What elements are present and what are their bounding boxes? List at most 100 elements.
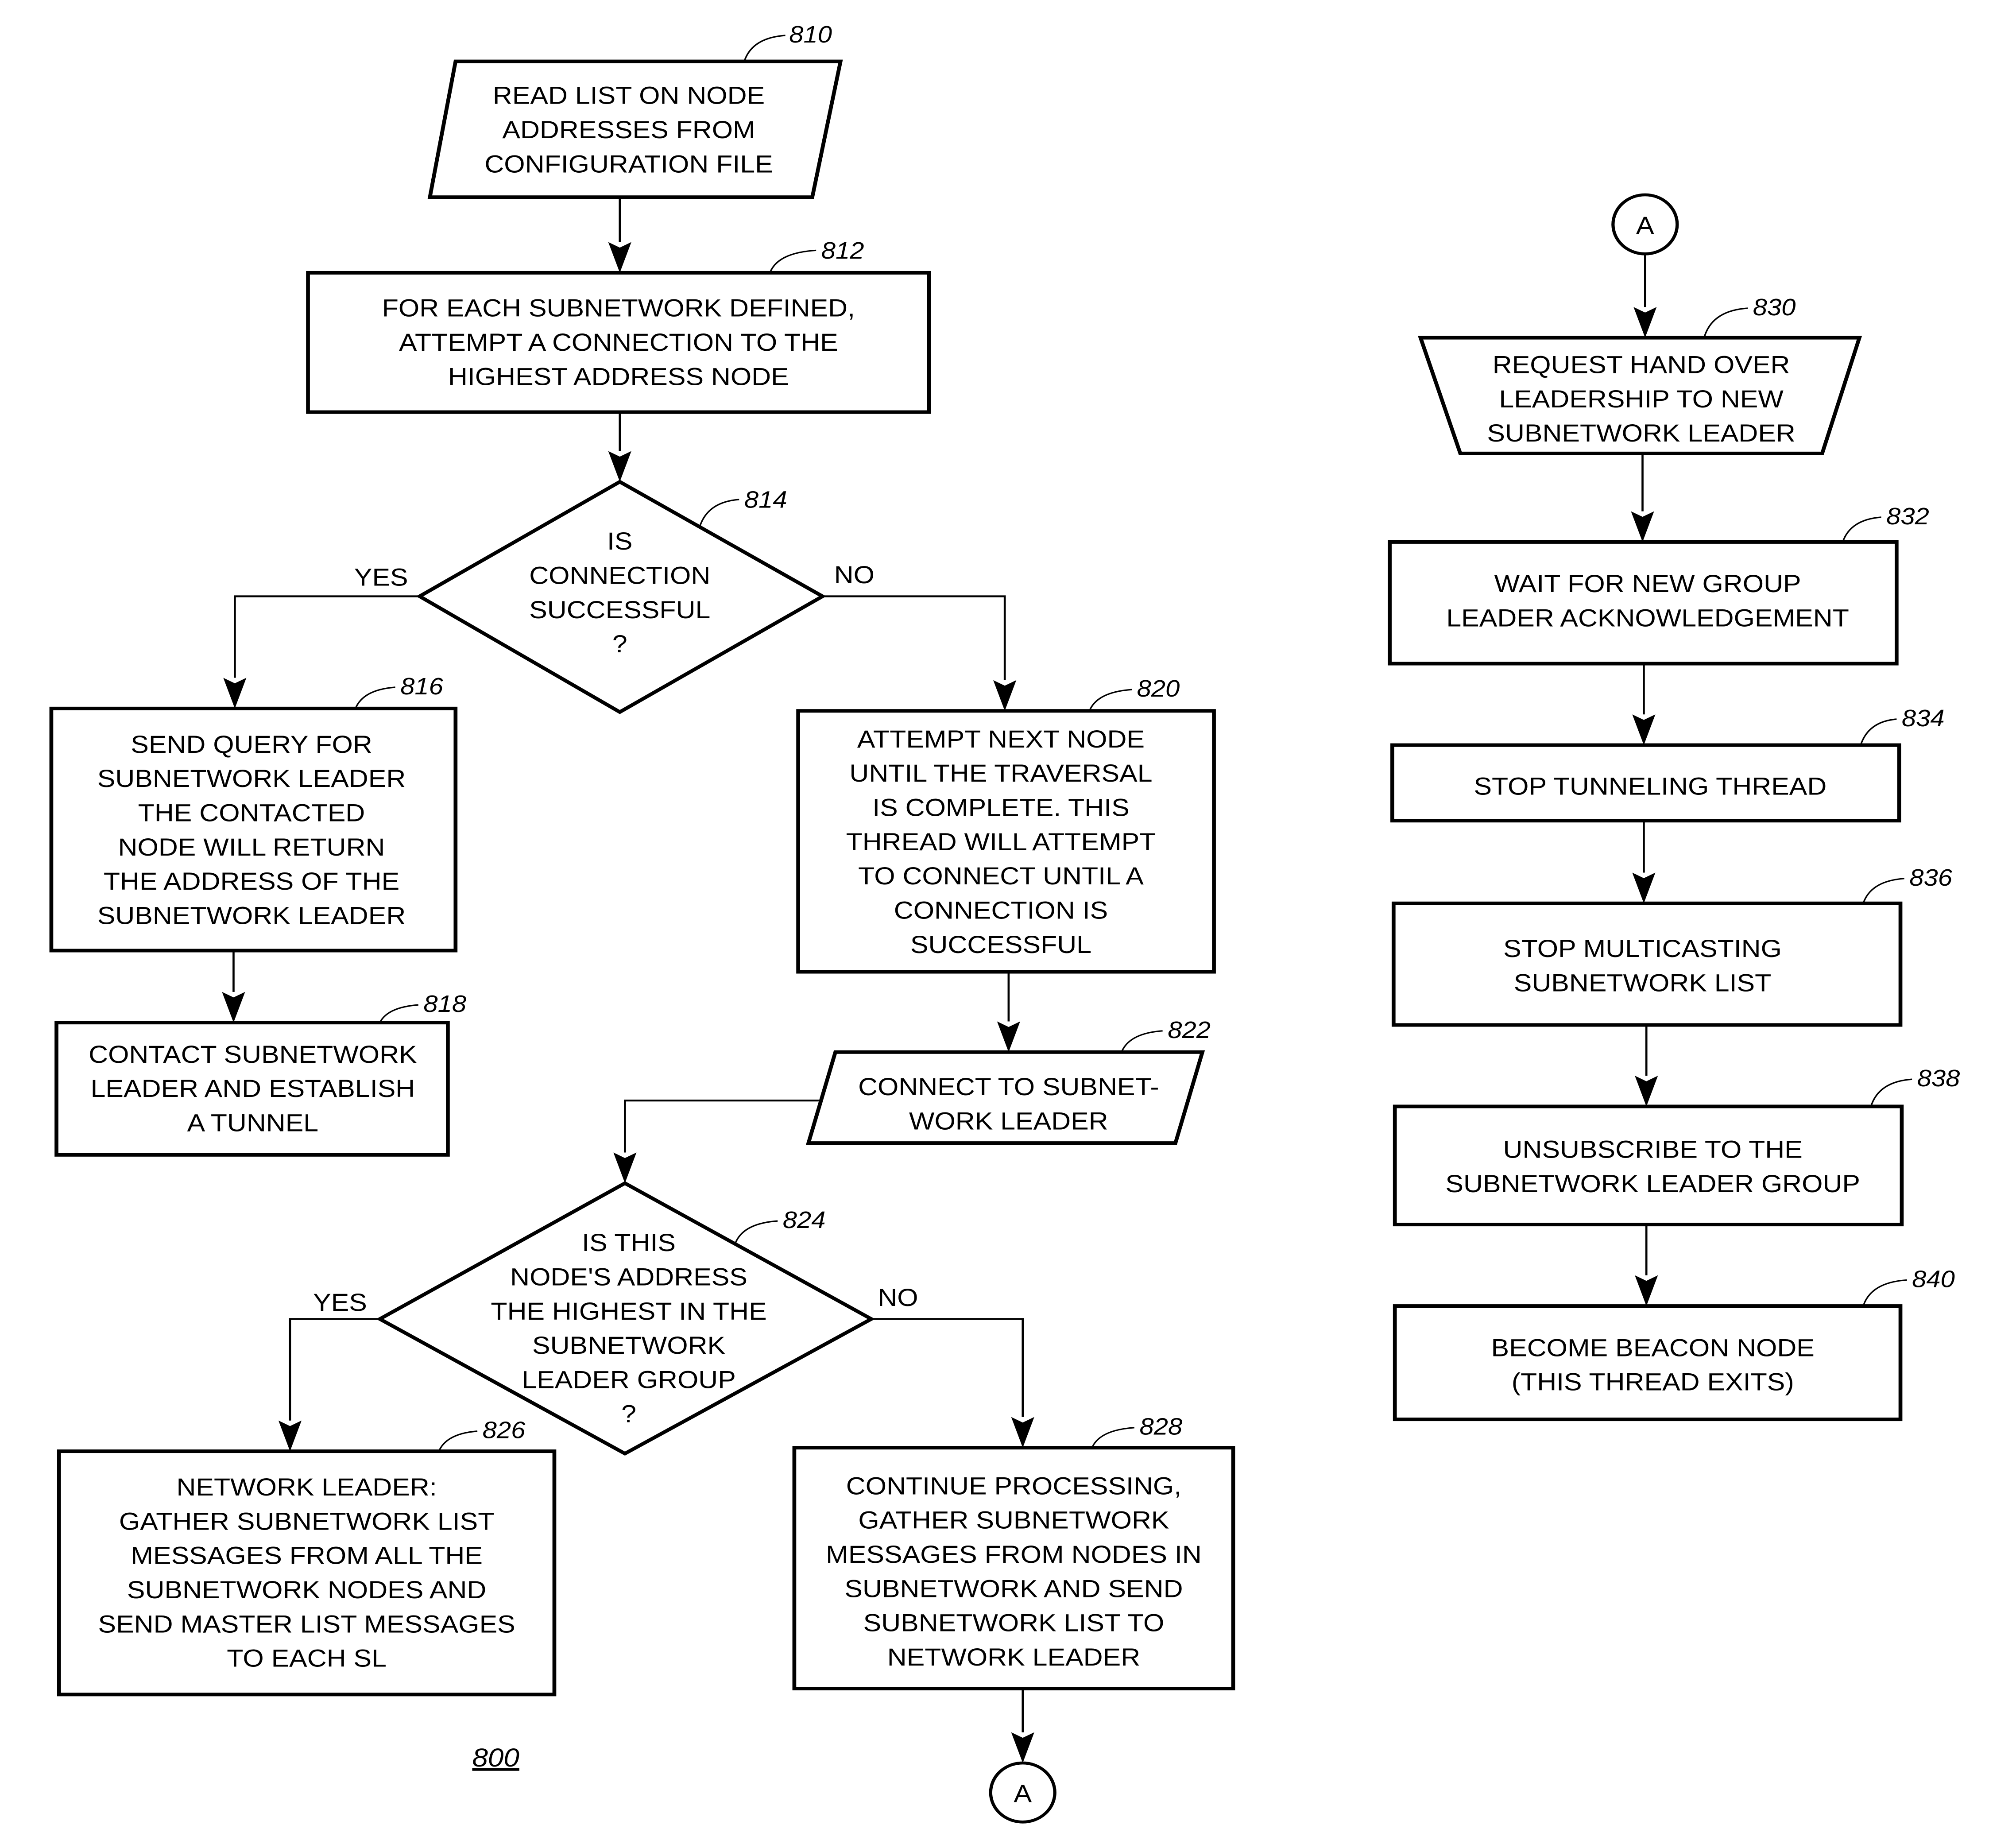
node-832-process: WAIT FOR NEW GROUP LEADER ACKNOWLEDGEMENT… bbox=[1388, 503, 1929, 666]
edge-830-832 bbox=[1631, 453, 1654, 542]
arrowhead-icon bbox=[1011, 1417, 1034, 1448]
reference-leader-line bbox=[1121, 1030, 1163, 1053]
node-text-line: THE HIGHEST IN THE bbox=[491, 1298, 766, 1325]
flowchart-800: READ LIST ON NODE ADDRESSES FROM CONFIGURA… bbox=[49, 21, 1960, 1824]
node-text-line: SUBNETWORK LIST bbox=[1514, 969, 1772, 997]
node-text-line: SUBNETWORK LEADER GROUP bbox=[1445, 1170, 1860, 1197]
reference-numeral: 812 bbox=[821, 237, 864, 263]
node-824-decision: IS THIS NODE'S ADDRESS THE HIGHEST IN THE S… bbox=[376, 1181, 875, 1456]
edge-line bbox=[289, 1318, 380, 1421]
node-text-line: CONNECTION IS bbox=[894, 897, 1108, 924]
edge-822-824 bbox=[613, 1100, 819, 1183]
node-text-line: IS bbox=[607, 527, 632, 555]
node-text-line: GATHER SUBNETWORK bbox=[858, 1507, 1169, 1534]
node-text-line: UNSUBSCRIBE TO THE bbox=[1503, 1136, 1803, 1163]
node-text-line: READ LIST ON NODE bbox=[493, 82, 765, 109]
arrowhead-icon bbox=[1635, 1076, 1658, 1107]
node-text-line: SUBNETWORK AND SEND bbox=[844, 1575, 1183, 1603]
edge-820-822 bbox=[997, 972, 1020, 1052]
reference-numeral: 822 bbox=[1168, 1017, 1211, 1043]
arrowhead-icon bbox=[1011, 1732, 1034, 1763]
node-816-process: SEND QUERY FOR SUBNETWORK LEADER THE CONTA… bbox=[49, 673, 458, 953]
arrowhead-icon bbox=[1635, 1275, 1658, 1306]
edge-line bbox=[822, 595, 1006, 680]
connector-a-in: A bbox=[1611, 193, 1679, 256]
reference-numeral: 824 bbox=[783, 1207, 826, 1233]
node-text-line: SEND MASTER LIST MESSAGES bbox=[98, 1611, 515, 1638]
edge-line bbox=[234, 595, 420, 678]
reference-numeral: 816 bbox=[400, 673, 443, 699]
figure-number: 800 bbox=[472, 1743, 519, 1772]
arrowhead-icon bbox=[1632, 872, 1656, 903]
reference-leader-line bbox=[1860, 718, 1897, 745]
edge-824-828-no bbox=[871, 1318, 1034, 1448]
node-text-line: ? bbox=[621, 1400, 636, 1428]
node-text-line: ADDRESSES FROM bbox=[502, 116, 755, 143]
process-box bbox=[1393, 1304, 1903, 1422]
reference-numeral: 820 bbox=[1137, 675, 1180, 701]
reference-numeral: 826 bbox=[483, 1417, 526, 1443]
node-text-line: ATTEMPT NEXT NODE bbox=[857, 725, 1145, 753]
reference-leader-line bbox=[743, 35, 786, 62]
reference-leader-line bbox=[1862, 1279, 1907, 1306]
connector-label: A bbox=[1014, 1780, 1032, 1807]
node-text-line: HIGHEST ADDRESS NODE bbox=[448, 363, 789, 390]
reference-leader-line bbox=[1088, 689, 1132, 711]
edge-834-836 bbox=[1632, 821, 1656, 903]
node-text-line: SEND QUERY FOR bbox=[131, 731, 372, 758]
edge-814-816-yes bbox=[223, 595, 420, 709]
arrowhead-icon bbox=[222, 992, 245, 1023]
arrowhead-icon bbox=[613, 1152, 637, 1183]
node-text-line: CONTINUE PROCESSING, bbox=[846, 1472, 1181, 1500]
node-text-line: NETWORK LEADER bbox=[887, 1643, 1140, 1671]
node-text-line: NODE WILL RETURN bbox=[118, 833, 385, 861]
node-814-decision: IS CONNECTION SUCCESSFUL? 814 bbox=[416, 480, 826, 714]
node-text-line: CONFIGURATION FILE bbox=[484, 151, 773, 178]
node-text-line: LEADERSHIP TO NEW bbox=[1499, 385, 1783, 413]
branch-label-yes-824: YES bbox=[313, 1289, 367, 1316]
branch-label-yes-814: YES bbox=[354, 564, 408, 591]
node-810-io: READ LIST ON NODE ADDRESSES FROM CONFIGURA… bbox=[427, 21, 843, 199]
arrowhead-icon bbox=[993, 680, 1017, 711]
node-text-line: UNTIL THE TRAVERSAL bbox=[849, 759, 1152, 787]
node-text-line: SUBNETWORK LEADER bbox=[1487, 419, 1796, 447]
node-text-line: SUBNETWORK LEADER bbox=[97, 902, 406, 930]
edge-836-838 bbox=[1635, 1025, 1658, 1107]
reference-leader-line bbox=[1703, 307, 1748, 338]
edge-812-814 bbox=[608, 412, 631, 482]
reference-leader-line bbox=[1862, 878, 1904, 904]
reference-leader-line bbox=[1091, 1427, 1135, 1448]
reference-numeral: 830 bbox=[1753, 294, 1796, 320]
node-838-process: UNSUBSCRIBE TO THE SUBNETWORK LEADER GROU… bbox=[1393, 1065, 1960, 1227]
node-826-process: NETWORK LEADER: GATHER SUBNETWORK LIST MES… bbox=[57, 1417, 557, 1697]
arrowhead-icon bbox=[278, 1420, 302, 1452]
edge-824-826-yes bbox=[278, 1318, 380, 1452]
reference-leader-line bbox=[355, 686, 395, 709]
node-text-line: MESSAGES FROM NODES IN bbox=[826, 1541, 1202, 1568]
reference-numeral: 832 bbox=[1886, 503, 1929, 529]
reference-leader-line bbox=[1870, 1078, 1912, 1107]
node-text-line: STOP TUNNELING THREAD bbox=[1474, 773, 1826, 800]
node-text-line: NETWORK LEADER: bbox=[176, 1473, 437, 1501]
reference-numeral: 810 bbox=[789, 21, 832, 47]
reference-numeral: 818 bbox=[423, 991, 466, 1017]
process-box bbox=[1391, 901, 1903, 1027]
branch-label-no-814: NO bbox=[834, 561, 875, 589]
reference-leader-line bbox=[1842, 516, 1881, 542]
node-text-line: THE CONTACTED bbox=[138, 799, 365, 827]
node-text-line: GATHER SUBNETWORK LIST bbox=[119, 1508, 494, 1535]
edge-connector-a-830 bbox=[1633, 254, 1657, 338]
node-text-line: TO EACH SL bbox=[227, 1645, 387, 1672]
node-text-line: THREAD WILL ATTEMPT bbox=[846, 828, 1156, 856]
node-834-process: STOP TUNNELING THREAD 834 bbox=[1390, 705, 1945, 823]
node-text-line: SUBNETWORK NODES AND bbox=[127, 1576, 486, 1604]
edge-810-812 bbox=[608, 197, 631, 273]
reference-leader-line bbox=[438, 1430, 478, 1452]
node-820-process: ATTEMPT NEXT NODE UNTIL THE TRAVERSAL IS C… bbox=[796, 675, 1216, 974]
node-text-line: LEADER ACKNOWLEDGEMENT bbox=[1446, 604, 1849, 632]
node-text-line: FOR EACH SUBNETWORK DEFINED, bbox=[382, 294, 855, 322]
edge-816-818 bbox=[222, 950, 245, 1023]
edge-814-820-no bbox=[822, 595, 1017, 711]
node-text-line: CONNECT TO SUBNET- bbox=[858, 1073, 1159, 1100]
reference-numeral: 838 bbox=[1917, 1065, 1960, 1091]
